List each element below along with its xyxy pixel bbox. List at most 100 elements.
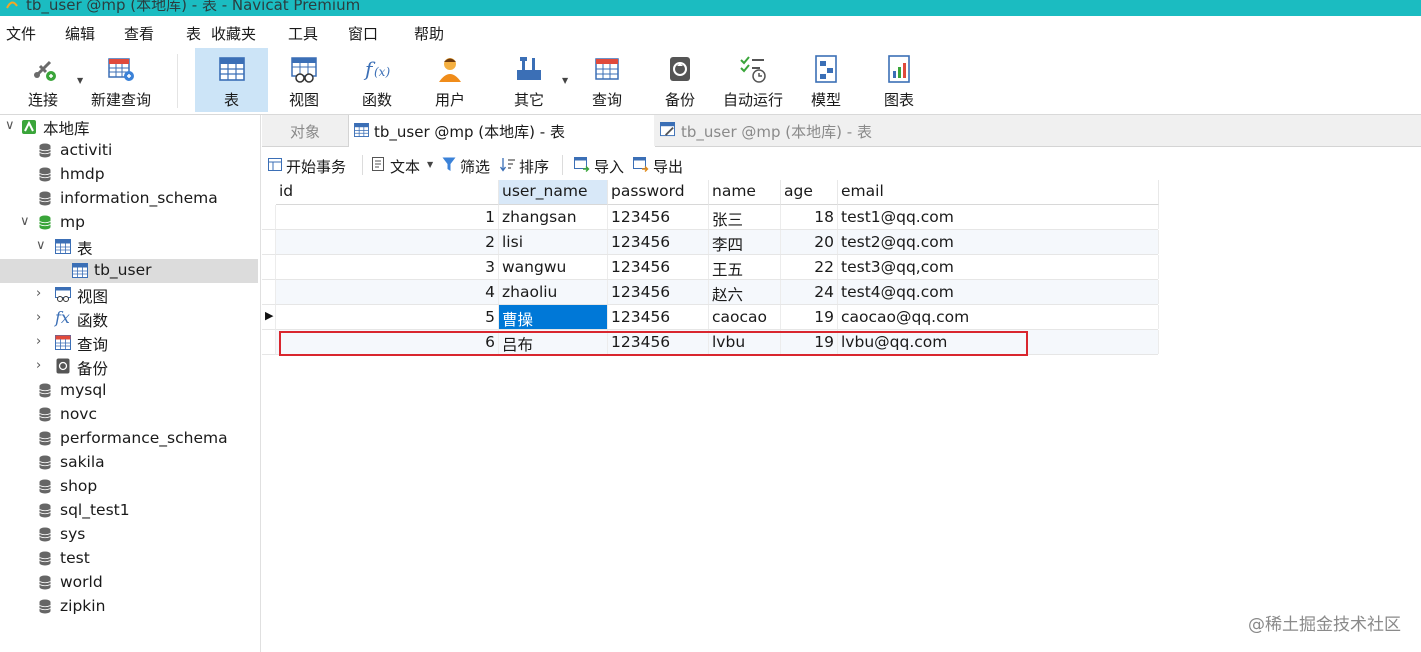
cell-password[interactable]: 123456 <box>608 255 709 279</box>
table-row[interactable]: 3 wangwu 123456 王五 22 test3@qq,com <box>276 255 1159 280</box>
row-selector[interactable] <box>262 205 276 230</box>
cell-name[interactable]: caocao <box>709 305 781 329</box>
view-button[interactable]: 视图 <box>270 48 338 112</box>
cell-id[interactable]: 1 <box>276 205 499 229</box>
other-dropdown-icon[interactable]: ▼ <box>562 76 568 85</box>
db-node-shop[interactable]: shop <box>0 475 258 499</box>
cell-user-name[interactable]: zhangsan <box>499 205 608 229</box>
import-button[interactable]: 导入 <box>594 156 624 177</box>
table-button[interactable]: 表 <box>195 48 268 112</box>
connect-dropdown-icon[interactable]: ▼ <box>77 76 83 85</box>
tab-tb-user-design[interactable]: tb_user @mp (本地库) - 表 <box>654 115 962 146</box>
function-button[interactable]: f (x) 函数 <box>343 48 411 112</box>
db-node-sys[interactable]: sys <box>0 523 258 547</box>
db-node-mp[interactable]: ∨ mp <box>0 211 258 235</box>
db-node-hmdp[interactable]: hmdp <box>0 163 258 187</box>
column-header-email[interactable]: email <box>838 180 1159 205</box>
table-row[interactable]: 5 曹操 123456 caocao 19 caocao@qq.com <box>276 305 1159 330</box>
row-selector[interactable]: ▶ <box>262 305 276 330</box>
cell-age[interactable]: 18 <box>781 205 838 229</box>
filter-button[interactable]: 筛选 <box>460 156 490 177</box>
menu-view[interactable]: 查看 <box>124 23 154 44</box>
column-header-password[interactable]: password <box>608 180 709 205</box>
cell-email[interactable]: test3@qq,com <box>838 255 1159 279</box>
table-row[interactable]: 2 lisi 123456 李四 20 test2@qq.com <box>276 230 1159 255</box>
cell-age[interactable]: 20 <box>781 230 838 254</box>
tables-folder-node[interactable]: ∨ 表 <box>0 235 258 259</box>
chevron-right-icon[interactable]: › <box>36 310 41 325</box>
db-node-zipkin[interactable]: zipkin <box>0 595 258 619</box>
db-node-world[interactable]: world <box>0 571 258 595</box>
cell-user-name[interactable]: wangwu <box>499 255 608 279</box>
sort-button[interactable]: 排序 <box>519 156 549 177</box>
auto-run-button[interactable]: 自动运行 <box>718 48 788 112</box>
db-node-novc[interactable]: novc <box>0 403 258 427</box>
column-header-user-name[interactable]: user_name <box>499 180 608 205</box>
db-node-performance-schema[interactable]: performance_schema <box>0 427 258 451</box>
cell-id[interactable]: 5 <box>276 305 499 329</box>
queries-folder-node[interactable]: › 查询 <box>0 331 258 355</box>
text-button[interactable]: 文本 <box>390 156 420 177</box>
menu-edit[interactable]: 编辑 <box>65 23 95 44</box>
connection-node[interactable]: ∨ 本地库 <box>0 115 258 139</box>
cell-age[interactable]: 24 <box>781 280 838 304</box>
tab-tb-user-active[interactable]: tb_user @mp (本地库) - 表 <box>348 115 656 147</box>
new-query-button[interactable]: 新建查询 <box>88 48 154 112</box>
cell-id[interactable]: 4 <box>276 280 499 304</box>
column-header-name[interactable]: name <box>709 180 781 205</box>
cell-email[interactable]: test4@qq.com <box>838 280 1159 304</box>
other-button[interactable]: 其它 <box>498 48 560 112</box>
cell-email[interactable]: caocao@qq.com <box>838 305 1159 329</box>
cell-name[interactable]: 王五 <box>709 255 781 279</box>
backups-folder-node[interactable]: › 备份 <box>0 355 258 379</box>
cell-user-name[interactable]: lisi <box>499 230 608 254</box>
db-node-sakila[interactable]: sakila <box>0 451 258 475</box>
cell-age[interactable]: 22 <box>781 255 838 279</box>
chevron-right-icon[interactable]: › <box>36 334 41 349</box>
begin-transaction-button[interactable]: 开始事务 <box>286 156 346 177</box>
query-button[interactable]: 查询 <box>577 48 637 112</box>
cell-password[interactable]: 123456 <box>608 305 709 329</box>
menu-window[interactable]: 窗口 <box>348 23 378 44</box>
row-selector[interactable] <box>262 230 276 255</box>
cell-password[interactable]: 123456 <box>608 205 709 229</box>
menu-favorites[interactable]: 收藏夹 <box>211 23 256 44</box>
db-node-activiti[interactable]: activiti <box>0 139 258 163</box>
backup-button[interactable]: 备份 <box>650 48 710 112</box>
user-button[interactable]: 用户 <box>418 48 482 112</box>
connect-button[interactable]: 连接 <box>12 48 74 112</box>
table-row[interactable]: 1 zhangsan 123456 张三 18 test1@qq.com <box>276 205 1159 230</box>
functions-folder-node[interactable]: › fx 函数 <box>0 307 258 331</box>
cell-email[interactable]: test2@qq.com <box>838 230 1159 254</box>
db-node-information-schema[interactable]: information_schema <box>0 187 258 211</box>
cell-name[interactable]: 李四 <box>709 230 781 254</box>
chevron-right-icon[interactable]: › <box>36 286 41 301</box>
db-node-test[interactable]: test <box>0 547 258 571</box>
chevron-down-icon[interactable]: ∨ <box>20 214 30 229</box>
chevron-down-icon[interactable]: ∨ <box>5 118 15 133</box>
column-header-id[interactable]: id <box>276 180 499 205</box>
cell-id[interactable]: 3 <box>276 255 499 279</box>
cell-email[interactable]: test1@qq.com <box>838 205 1159 229</box>
cell-password[interactable]: 123456 <box>608 280 709 304</box>
chart-button[interactable]: 图表 <box>868 48 930 112</box>
cell-name[interactable]: 张三 <box>709 205 781 229</box>
db-node-mysql[interactable]: mysql <box>0 379 258 403</box>
table-row[interactable]: 4 zhaoliu 123456 赵六 24 test4@qq.com <box>276 280 1159 305</box>
db-node-sql-test1[interactable]: sql_test1 <box>0 499 258 523</box>
chevron-down-icon[interactable]: ∨ <box>36 238 46 253</box>
text-dropdown-icon[interactable]: ▼ <box>427 160 433 169</box>
chevron-right-icon[interactable]: › <box>36 358 41 373</box>
cell-name[interactable]: 赵六 <box>709 280 781 304</box>
row-selector[interactable] <box>262 330 276 355</box>
model-button[interactable]: 模型 <box>798 48 854 112</box>
cell-user-name[interactable]: zhaoliu <box>499 280 608 304</box>
cell-age[interactable]: 19 <box>781 305 838 329</box>
cell-id[interactable]: 2 <box>276 230 499 254</box>
menu-file[interactable]: 文件 <box>6 23 36 44</box>
menu-table[interactable]: 表 <box>186 23 201 44</box>
tab-objects[interactable]: 对象 <box>262 115 348 146</box>
menu-tools[interactable]: 工具 <box>288 23 318 44</box>
views-folder-node[interactable]: › 视图 <box>0 283 258 307</box>
cell-password[interactable]: 123456 <box>608 230 709 254</box>
